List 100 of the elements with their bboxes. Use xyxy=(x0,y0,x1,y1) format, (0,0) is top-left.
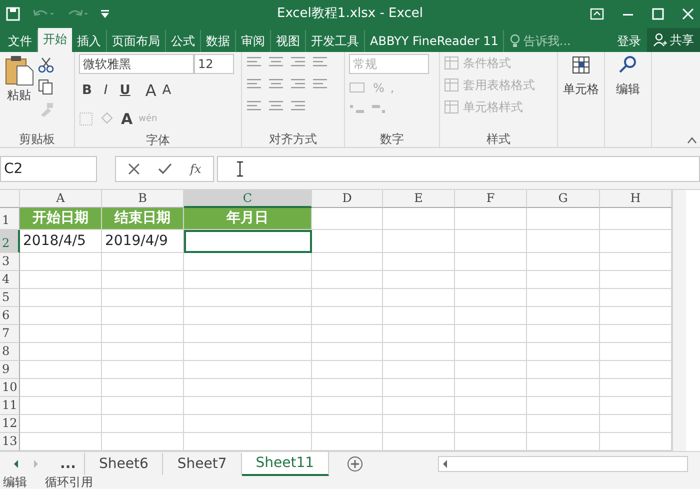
shrink-font-button[interactable]: A xyxy=(162,81,172,101)
empty-cell[interactable] xyxy=(102,271,184,289)
sign-in-link[interactable]: 登录 xyxy=(611,30,647,52)
row-header[interactable]: 7 xyxy=(0,325,20,343)
empty-cell[interactable] xyxy=(312,271,383,289)
maximize-icon[interactable] xyxy=(652,8,664,20)
empty-cell[interactable] xyxy=(600,230,672,253)
borders-icon[interactable] xyxy=(79,112,93,126)
column-header[interactable]: A xyxy=(20,190,102,208)
font-color-button[interactable]: A xyxy=(121,108,133,130)
empty-cell[interactable] xyxy=(383,271,455,289)
customize-dropdown-icon[interactable] xyxy=(100,9,110,19)
empty-cell[interactable] xyxy=(527,253,600,271)
empty-cell[interactable] xyxy=(312,343,383,361)
empty-cell[interactable] xyxy=(527,289,600,307)
font-style-button[interactable]: U xyxy=(116,81,134,101)
empty-cell[interactable] xyxy=(527,271,600,289)
empty-cell[interactable] xyxy=(600,415,672,433)
empty-cell[interactable] xyxy=(383,289,455,307)
empty-cell[interactable] xyxy=(184,397,312,415)
select-all-corner[interactable] xyxy=(0,190,20,208)
table-style-icon[interactable] xyxy=(444,78,460,92)
collapse-ribbon-icon[interactable] xyxy=(687,136,697,144)
empty-cell[interactable] xyxy=(527,343,600,361)
empty-cell[interactable] xyxy=(383,361,455,379)
cells-button[interactable]: 单元格 xyxy=(563,80,599,98)
empty-cell[interactable] xyxy=(600,307,672,325)
empty-cell[interactable] xyxy=(102,307,184,325)
empty-cell[interactable] xyxy=(383,307,455,325)
empty-cell[interactable] xyxy=(455,271,527,289)
vertical-scrollbar[interactable] xyxy=(672,190,686,451)
empty-cell[interactable] xyxy=(102,361,184,379)
empty-cell[interactable] xyxy=(184,307,312,325)
empty-cell[interactable] xyxy=(527,325,600,343)
font-style-button[interactable]: B xyxy=(79,81,95,101)
row-header[interactable]: 5 xyxy=(0,289,20,307)
empty-cell[interactable] xyxy=(527,415,600,433)
empty-cell[interactable] xyxy=(383,230,455,253)
empty-cell[interactable] xyxy=(600,379,672,397)
empty-cell[interactable] xyxy=(312,379,383,397)
font-name-dropdown[interactable]: 微软雅黑 xyxy=(79,54,194,74)
empty-cell[interactable] xyxy=(383,343,455,361)
grow-font-button[interactable]: A xyxy=(145,79,156,103)
empty-cell[interactable] xyxy=(184,343,312,361)
empty-cell[interactable] xyxy=(383,253,455,271)
row-header[interactable]: 6 xyxy=(0,307,20,325)
font-style-button[interactable]: I xyxy=(100,81,111,101)
empty-cell[interactable] xyxy=(600,208,672,230)
empty-cell[interactable] xyxy=(455,208,527,230)
font-size-dropdown[interactable]: 12 xyxy=(194,54,234,74)
empty-cell[interactable] xyxy=(184,253,312,271)
empty-cell[interactable] xyxy=(600,361,672,379)
empty-cell[interactable] xyxy=(102,289,184,307)
empty-cell[interactable] xyxy=(184,415,312,433)
empty-cell[interactable] xyxy=(527,361,600,379)
empty-cell[interactable] xyxy=(600,325,672,343)
empty-cell[interactable] xyxy=(527,379,600,397)
empty-cell[interactable] xyxy=(600,343,672,361)
table-style-icon[interactable] xyxy=(444,56,460,70)
horizontal-scrollbar-icon[interactable] xyxy=(438,456,688,472)
empty-cell[interactable] xyxy=(184,271,312,289)
empty-cell[interactable] xyxy=(383,379,455,397)
empty-cell[interactable] xyxy=(312,289,383,307)
column-header[interactable]: H xyxy=(600,190,672,208)
column-header[interactable]: E xyxy=(383,190,455,208)
table-style-icon[interactable] xyxy=(444,100,460,114)
empty-cell[interactable] xyxy=(102,253,184,271)
empty-cell[interactable] xyxy=(383,208,455,230)
paste-button[interactable]: 粘贴 xyxy=(4,54,34,130)
cells-grid-icon[interactable] xyxy=(570,54,592,76)
add-sheet-icon[interactable] xyxy=(347,456,364,472)
empty-cell[interactable] xyxy=(600,271,672,289)
empty-cell[interactable] xyxy=(102,379,184,397)
empty-cell[interactable] xyxy=(527,307,600,325)
row-header[interactable]: 8 xyxy=(0,343,20,361)
column-header[interactable]: F xyxy=(455,190,527,208)
editing-button[interactable]: 编辑 xyxy=(616,80,640,98)
empty-cell[interactable] xyxy=(527,397,600,415)
empty-cell[interactable] xyxy=(455,253,527,271)
share-button[interactable]: 共享 xyxy=(647,28,700,52)
empty-cell[interactable] xyxy=(312,253,383,271)
save-icon[interactable] xyxy=(6,7,20,21)
row-header[interactable]: 1 xyxy=(0,208,20,230)
empty-cell[interactable] xyxy=(527,230,600,253)
active-cell[interactable] xyxy=(184,230,312,253)
sheet-tab[interactable]: Sheet11 xyxy=(242,452,330,476)
empty-cell[interactable] xyxy=(455,397,527,415)
column-header[interactable]: B xyxy=(102,190,184,208)
empty-cell[interactable] xyxy=(455,361,527,379)
empty-cell[interactable] xyxy=(455,415,527,433)
ribbon-display-icon[interactable] xyxy=(590,8,604,20)
empty-cell[interactable] xyxy=(455,379,527,397)
empty-cell[interactable] xyxy=(455,325,527,343)
empty-cell[interactable] xyxy=(312,325,383,343)
empty-cell[interactable] xyxy=(312,307,383,325)
scroll-left-icon[interactable] xyxy=(12,458,20,468)
empty-cell[interactable] xyxy=(184,379,312,397)
empty-cell[interactable] xyxy=(455,343,527,361)
empty-cell[interactable] xyxy=(383,415,455,433)
column-header[interactable]: D xyxy=(312,190,383,208)
